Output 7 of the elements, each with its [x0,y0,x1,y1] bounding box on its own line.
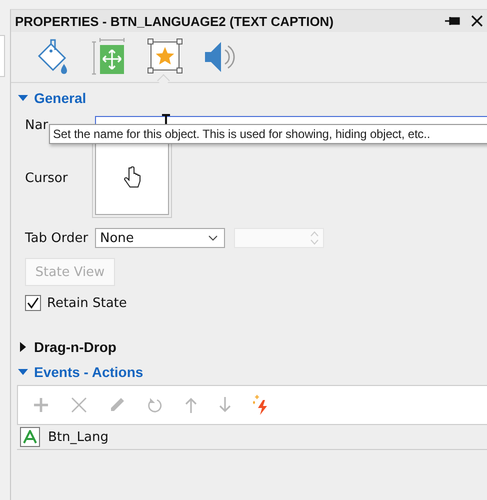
panel-title: PROPERTIES - BTN_LANGUAGE2 (TEXT CAPTION) [15,14,335,28]
tab-order-label: Tab Order [24,230,90,246]
name-label: Nar [24,118,50,132]
cursor-label: Cursor [24,170,69,186]
tooltip: Set the name for this object. This is used for showing, hiding object, etc.. [49,124,487,144]
action-name: Btn_Lang [48,430,108,444]
retain-state-label: Retain State [47,296,127,310]
